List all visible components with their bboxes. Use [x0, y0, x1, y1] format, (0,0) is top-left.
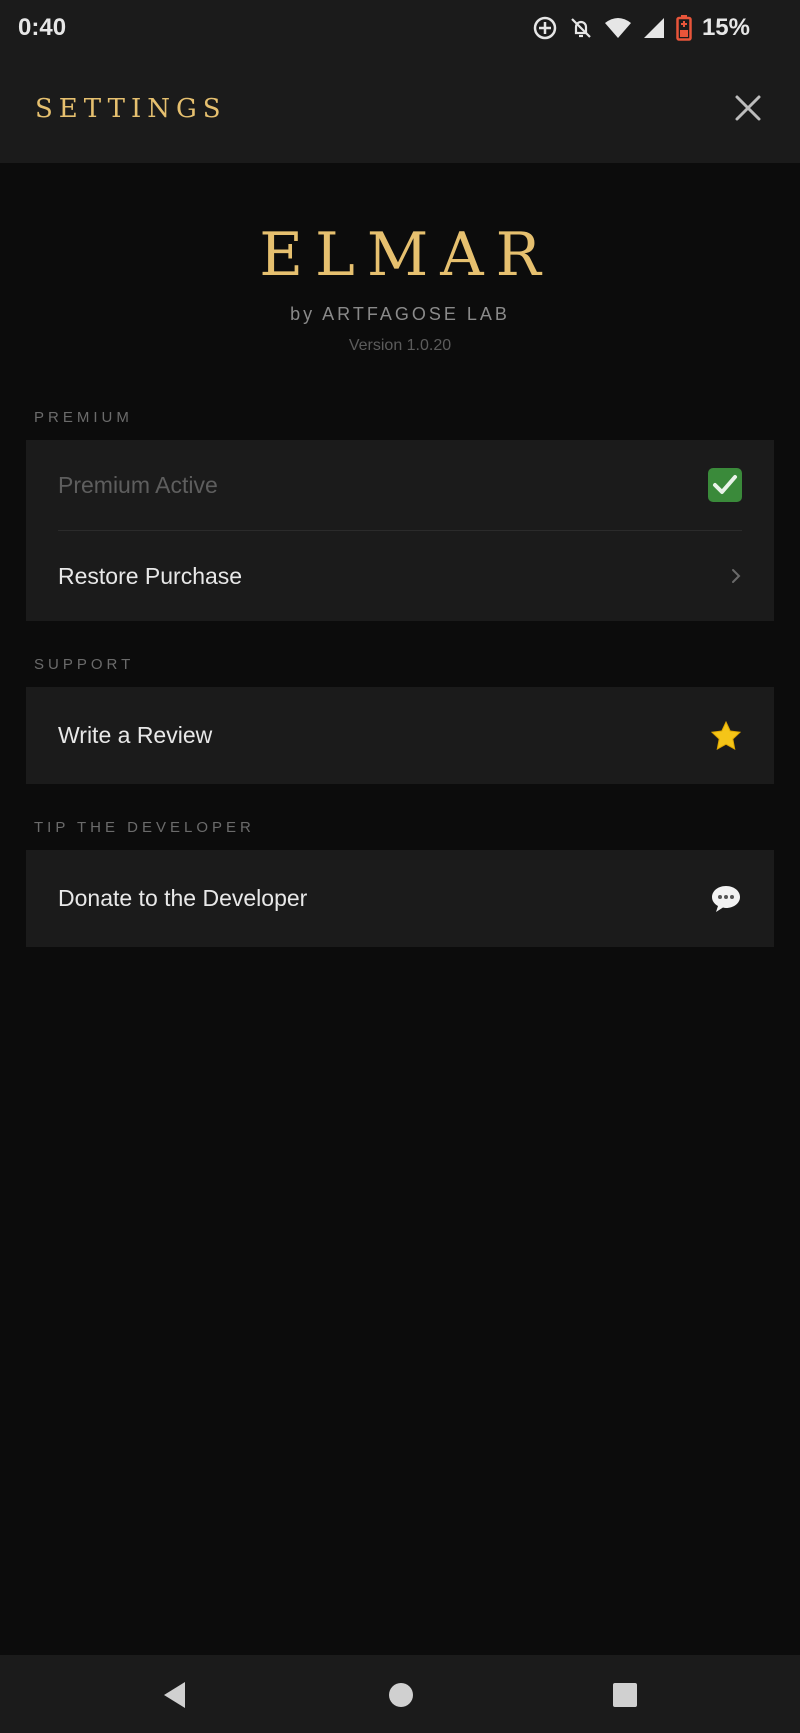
write-review-row[interactable]: Write a Review	[26, 687, 774, 784]
premium-active-label: Premium Active	[58, 471, 218, 498]
premium-active-row: Premium Active	[26, 440, 774, 530]
app-name: ELMAR	[259, 220, 553, 290]
donate-row[interactable]: Donate to the Developer	[26, 850, 774, 947]
support-card: Write a Review	[26, 687, 774, 784]
brand-block: ELMAR by ARTFAGOSE LAB Version 1.0.20	[0, 220, 800, 355]
battery-percent: 15%	[701, 14, 750, 41]
data-saver-icon	[532, 15, 558, 41]
speech-bubble-icon	[710, 884, 742, 914]
notifications-off-icon	[568, 15, 594, 41]
system-nav-bar	[0, 1655, 800, 1733]
nav-home-button[interactable]	[383, 1677, 419, 1713]
close-icon	[735, 95, 761, 121]
settings-screen: 0:40 15% SETTINGS ELMAR by ARTFAGOSE LAB…	[0, 0, 800, 1733]
close-button[interactable]	[726, 86, 770, 130]
chevron-right-icon	[730, 567, 742, 585]
restore-purchase-row[interactable]: Restore Purchase	[26, 531, 774, 621]
page-title: SETTINGS	[35, 94, 227, 124]
section-label-premium: PREMIUM	[34, 409, 133, 426]
section-label-support: SUPPORT	[34, 656, 135, 673]
recents-icon	[613, 1683, 637, 1707]
wifi-icon	[604, 16, 632, 40]
nav-back-button[interactable]	[157, 1677, 193, 1713]
cell-signal-icon	[642, 16, 666, 40]
app-version: Version 1.0.20	[348, 337, 452, 354]
restore-purchase-label: Restore Purchase	[58, 562, 243, 589]
status-bar: 0:40 15%	[0, 0, 800, 56]
write-review-label: Write a Review	[58, 722, 213, 748]
check-mark-icon	[708, 468, 742, 502]
nav-recents-button[interactable]	[607, 1677, 643, 1713]
star-icon	[710, 720, 742, 752]
status-icons: 15%	[532, 12, 750, 44]
header: SETTINGS	[0, 56, 800, 163]
premium-card: Premium Active Restore Purchase	[26, 440, 774, 621]
section-label-tip: TIP THE DEVELOPER	[34, 819, 255, 836]
status-time: 0:40	[18, 14, 67, 41]
battery-low-icon	[676, 15, 692, 41]
back-icon	[164, 1682, 185, 1708]
donate-label: Donate to the Developer	[58, 885, 308, 911]
tip-card: Donate to the Developer	[26, 850, 774, 947]
home-icon	[389, 1683, 413, 1707]
app-developer: by ARTFAGOSE LAB	[290, 304, 510, 324]
